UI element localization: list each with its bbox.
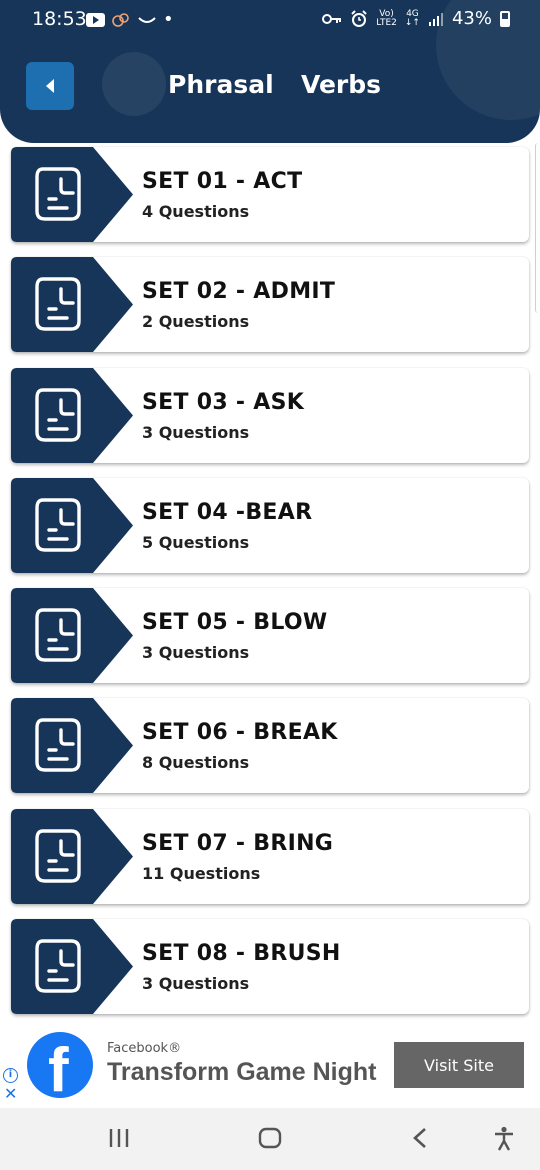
- set-badge: [11, 698, 133, 794]
- set-title: SET 01 - ACT: [142, 169, 303, 194]
- set-card[interactable]: SET 03 - ASK 3 Questions: [11, 367, 529, 463]
- facebook-logo: f: [27, 1032, 93, 1098]
- ad-headline[interactable]: Transform Game Night: [107, 1058, 377, 1087]
- set-badge: [11, 808, 133, 904]
- decorative-circle: [102, 52, 166, 116]
- ad-close-icon[interactable]: ✕: [4, 1085, 17, 1103]
- accessibility-icon[interactable]: [492, 1126, 516, 1152]
- set-question-count: 11 Questions: [142, 863, 261, 883]
- notification-icons: •: [86, 9, 174, 30]
- set-title: SET 08 - BRUSH: [142, 941, 341, 967]
- set-question-count: 8 Questions: [142, 753, 250, 773]
- set-card[interactable]: SET 04 -BEAR 5 Questions: [11, 477, 529, 573]
- network-gen-indicator: 4G ↓↑: [404, 9, 420, 28]
- smile-icon: [138, 16, 156, 23]
- set-badge: [11, 147, 133, 242]
- set-card[interactable]: SET 08 - BRUSH 3 Questions: [11, 919, 529, 1015]
- alarm-icon: [351, 9, 367, 27]
- scrollbar[interactable]: [535, 143, 540, 313]
- set-title: SET 03 - ASK: [142, 389, 305, 415]
- status-bar: 18:53 • Vo) LTE2 4G ↓↑ 43%: [0, 0, 540, 40]
- ad-brand: Facebook®: [107, 1041, 182, 1056]
- set-card[interactable]: SET 02 - ADMIT 2 Questions: [11, 257, 529, 353]
- set-question-count: 3 Questions: [142, 643, 250, 663]
- set-title: SET 06 - BREAK: [142, 720, 338, 746]
- key-icon: [322, 13, 342, 24]
- back-nav-icon[interactable]: [410, 1126, 430, 1150]
- signal-icon: [428, 12, 443, 26]
- set-badge: [11, 919, 133, 1015]
- dot-icon: •: [163, 9, 174, 30]
- system-icons: Vo) LTE2 4G ↓↑ 43%: [322, 8, 510, 29]
- ad-banner[interactable]: f Facebook® Transform Game Night Visit S…: [0, 1024, 540, 1108]
- set-list: SET 01 - ACT 4 Questions SET 02 - ADMIT …: [11, 147, 529, 1029]
- volte-indicator: Vo) LTE2: [376, 9, 397, 28]
- set-title: SET 02 - ADMIT: [142, 279, 336, 305]
- set-question-count: 5 Questions: [142, 532, 250, 552]
- app-header: 18:53 • Vo) LTE2 4G ↓↑ 43% Phrasal Verbs: [0, 0, 540, 143]
- set-card[interactable]: SET 05 - BLOW 3 Questions: [11, 588, 529, 684]
- set-title: SET 07 - BRING: [142, 830, 334, 856]
- facebook-logo-letter: f: [48, 1036, 69, 1099]
- app-notification-icon: [112, 12, 129, 27]
- back-button[interactable]: [26, 62, 74, 110]
- battery-icon: [500, 10, 510, 27]
- set-question-count: 4 Questions: [142, 202, 250, 221]
- set-question-count: 3 Questions: [142, 974, 250, 994]
- set-title: SET 04 -BEAR: [142, 499, 313, 525]
- page-title-word-2: Verbs: [301, 70, 382, 99]
- home-icon[interactable]: [258, 1126, 282, 1150]
- chevron-left-icon: [46, 79, 54, 93]
- set-card[interactable]: SET 06 - BREAK 8 Questions: [11, 698, 529, 794]
- set-title: SET 05 - BLOW: [142, 610, 328, 636]
- visit-site-button[interactable]: Visit Site: [394, 1042, 524, 1088]
- status-time: 18:53: [32, 8, 87, 30]
- youtube-icon: [86, 12, 105, 27]
- set-badge: [11, 477, 133, 573]
- system-nav-bar: [0, 1108, 540, 1170]
- ad-info-icon[interactable]: i: [3, 1068, 18, 1083]
- set-question-count: 2 Questions: [142, 312, 250, 332]
- set-card[interactable]: SET 01 - ACT 4 Questions: [11, 147, 529, 242]
- set-badge: [11, 367, 133, 463]
- set-card[interactable]: SET 07 - BRING 11 Questions: [11, 808, 529, 904]
- lte-label: LTE2: [376, 17, 397, 28]
- page-title-word-1: Phrasal: [168, 70, 274, 99]
- recent-apps-icon[interactable]: [108, 1126, 130, 1150]
- set-question-count: 3 Questions: [142, 422, 250, 442]
- battery-percent: 43%: [451, 8, 492, 29]
- set-badge: [11, 588, 133, 684]
- data-arrows-label: ↓↑: [404, 17, 420, 28]
- set-badge: [11, 257, 133, 353]
